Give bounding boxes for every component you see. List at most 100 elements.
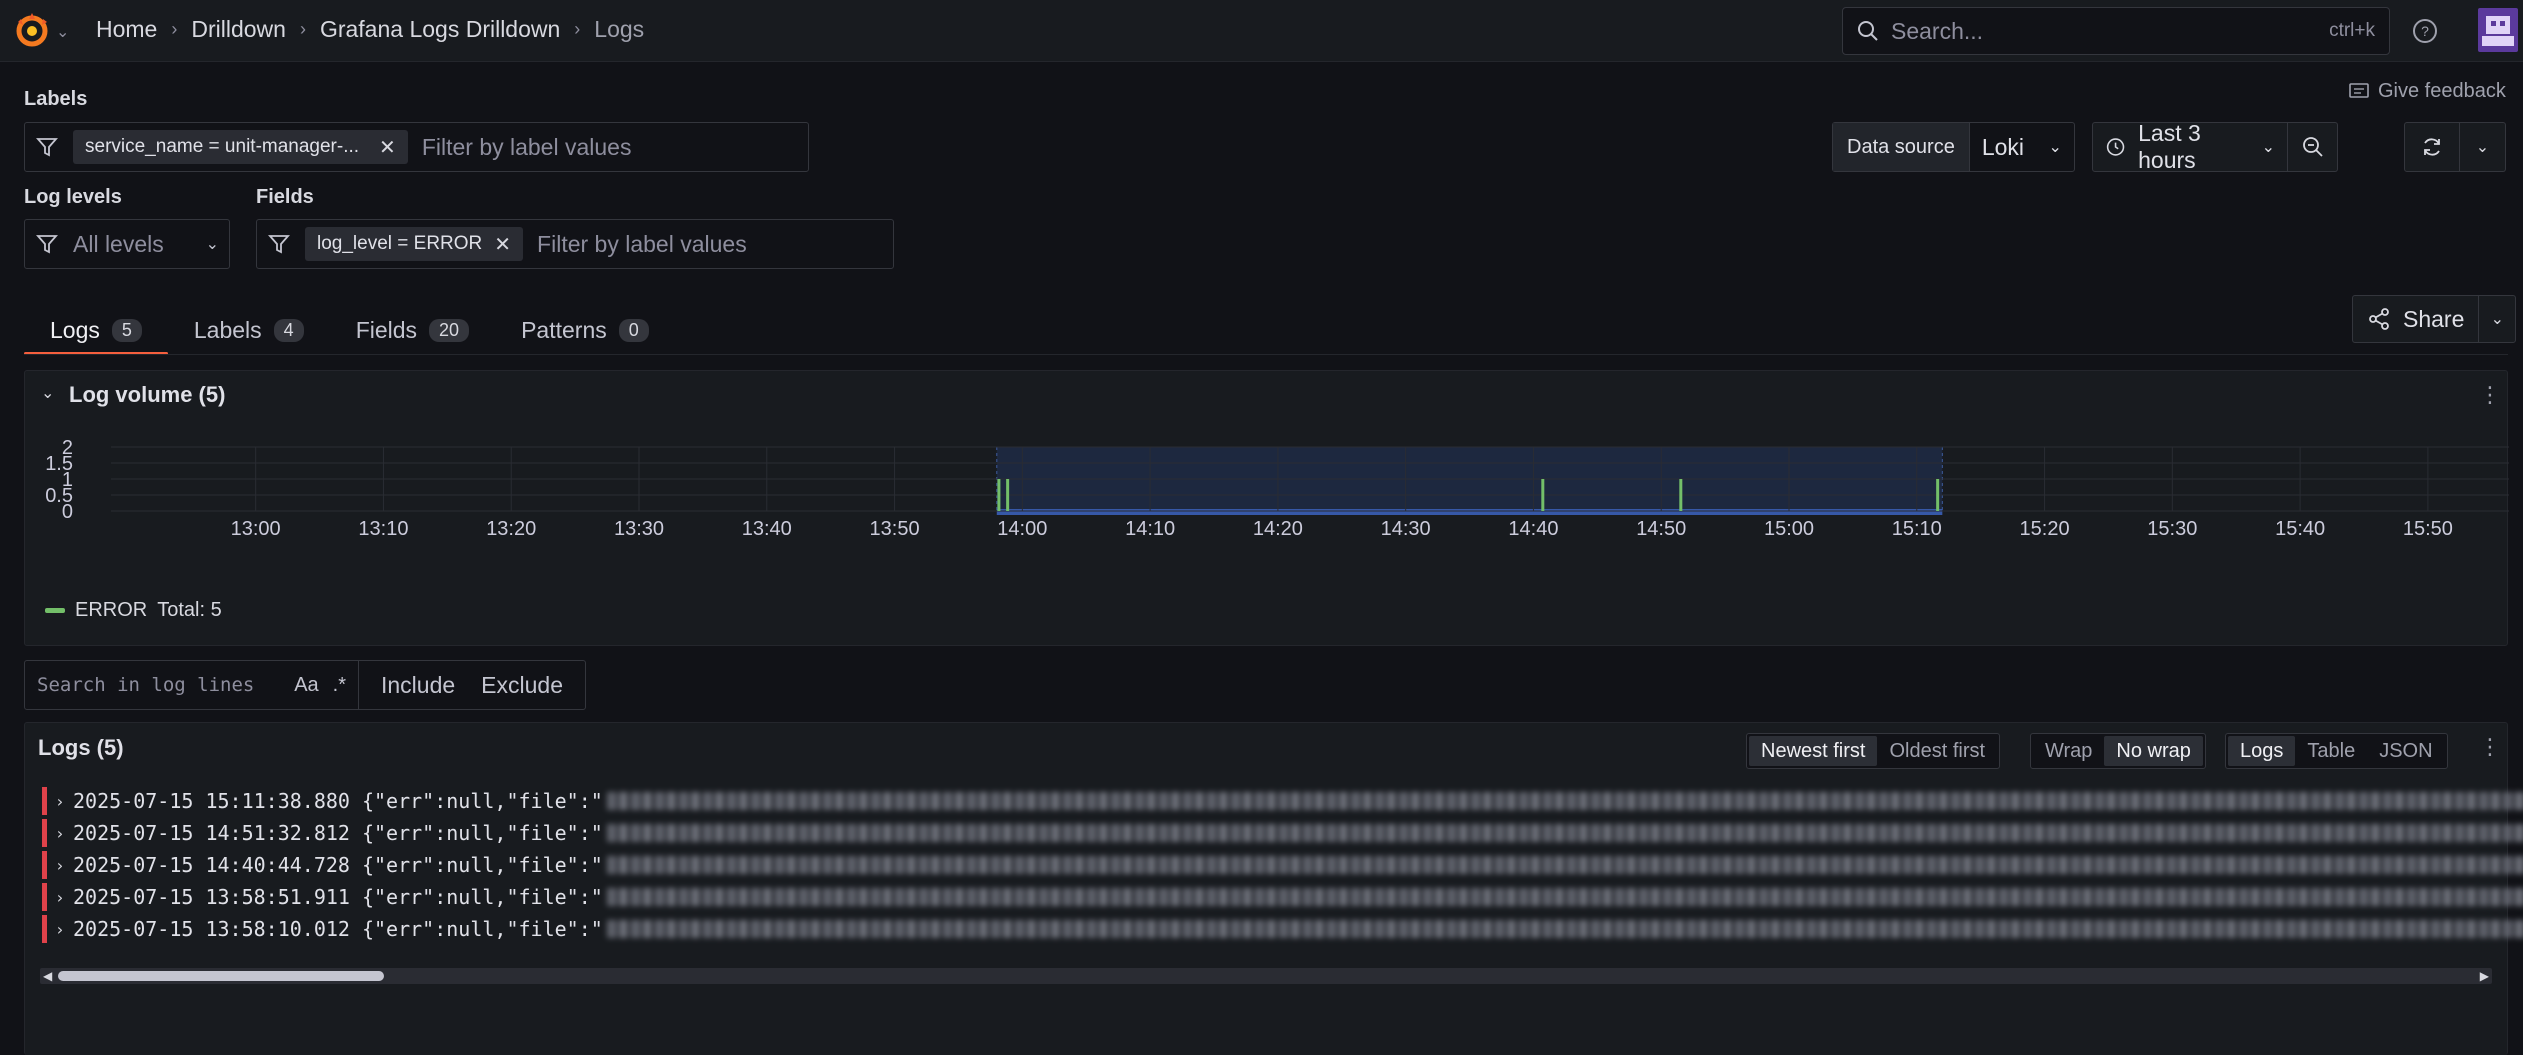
- tab-patterns[interactable]: Patterns 0: [495, 306, 675, 354]
- scrollbar-thumb[interactable]: [58, 971, 384, 981]
- log-timestamp: 2025-07-15 13:58:51.911: [73, 885, 350, 909]
- log-row[interactable]: › 2025-07-15 13:58:51.911 {"err":null,"f…: [42, 883, 2523, 911]
- datasource-value: Loki: [1981, 133, 2025, 160]
- sort-order-toggle: Newest first Oldest first: [1746, 733, 2001, 769]
- panel-menu-icon[interactable]: ⋮: [2479, 736, 2501, 758]
- labels-filter[interactable]: service_name = unit-manager-... ✕ Filter…: [24, 122, 809, 172]
- log-row[interactable]: › 2025-07-15 14:40:44.728 {"err":null,"f…: [42, 851, 2523, 879]
- horizontal-scrollbar[interactable]: ◀ ▶: [40, 968, 2492, 984]
- filter-icon: [268, 235, 290, 254]
- log-line-prefix: {"err":null,"file":": [361, 821, 603, 845]
- view-json-option[interactable]: JSON: [2367, 736, 2444, 766]
- log-volume-chart[interactable]: 21.510.5013:00 13:10 13:20 13:30 13:40 13:50 1…: [25, 431, 2509, 631]
- label-filter-chip[interactable]: service_name = unit-manager-... ✕: [73, 130, 408, 164]
- log-row[interactable]: › 2025-07-15 15:11:38.880 {"err":null,"f…: [42, 787, 2523, 815]
- field-filter-chip[interactable]: log_level = ERROR ✕: [305, 227, 524, 261]
- log-line-search-input[interactable]: Search in log lines Aa .*: [25, 661, 359, 709]
- close-icon[interactable]: ✕: [494, 232, 511, 257]
- refresh-icon: [2424, 138, 2440, 156]
- chevron-right-icon[interactable]: ›: [55, 856, 73, 875]
- chevron-right-icon[interactable]: ›: [55, 824, 73, 843]
- grafana-logo-icon[interactable]: [12, 10, 52, 50]
- chevron-right-icon[interactable]: ›: [55, 920, 73, 939]
- volume-bar: [1541, 479, 1545, 511]
- tab-labels[interactable]: Labels 4: [168, 306, 330, 354]
- time-range-picker[interactable]: Last 3 hours ⌄: [2092, 120, 2288, 173]
- close-icon[interactable]: ✕: [379, 135, 396, 160]
- tab-fields[interactable]: Fields 20: [330, 306, 495, 354]
- x-tick-label: 13:20: [486, 518, 536, 540]
- breadcrumb-logs-drilldown[interactable]: Grafana Logs Drilldown: [320, 16, 560, 43]
- give-feedback-label: Give feedback: [2378, 80, 2506, 102]
- volume-bar: [1679, 479, 1683, 511]
- log-level-indicator: [42, 915, 47, 943]
- search-input[interactable]: Search... ctrl+k: [1842, 7, 2390, 55]
- x-tick-label: 15:50: [2403, 518, 2453, 540]
- datasource-select[interactable]: Loki ⌄: [1970, 123, 2074, 171]
- clock-icon: [2106, 138, 2125, 156]
- view-logs-option[interactable]: Logs: [2228, 736, 2296, 766]
- tab-logs[interactable]: Logs 5: [24, 306, 168, 355]
- collapse-chevron-icon[interactable]: ⌄: [41, 383, 54, 403]
- x-tick-label: 15:40: [2275, 518, 2325, 540]
- field-filter-placeholder[interactable]: Filter by label values: [537, 231, 747, 258]
- chevron-down-icon[interactable]: ⌄: [56, 22, 69, 42]
- sort-oldest-first[interactable]: Oldest first: [1877, 736, 1997, 766]
- log-level-indicator: [42, 787, 47, 815]
- view-table-option[interactable]: Table: [2295, 736, 2367, 766]
- x-tick-label: 14:00: [997, 518, 1047, 540]
- panel-menu-icon[interactable]: ⋮: [2479, 384, 2501, 406]
- tab-logs-count: 5: [111, 318, 142, 342]
- filter-icon: [36, 138, 58, 157]
- tab-fields-count: 20: [429, 318, 470, 342]
- share-button[interactable]: Share: [2353, 296, 2480, 342]
- tab-logs-label: Logs: [50, 316, 100, 343]
- chevron-right-icon[interactable]: ›: [55, 888, 73, 907]
- scroll-left-icon[interactable]: ◀: [43, 969, 52, 983]
- volume-bar: [1006, 479, 1010, 511]
- log-levels-select[interactable]: All levels ⌄: [24, 219, 230, 269]
- wrap-option[interactable]: Wrap: [2033, 736, 2104, 766]
- refresh-button[interactable]: [2404, 122, 2460, 172]
- log-line-prefix: {"err":null,"file":": [361, 885, 603, 909]
- legend-total: Total: 5: [157, 599, 222, 621]
- chevron-down-icon: ⌄: [2048, 139, 2062, 156]
- avatar-icon: [2482, 16, 2514, 46]
- log-levels-title: Log levels: [24, 186, 122, 208]
- give-feedback-link[interactable]: Give feedback: [2348, 80, 2506, 103]
- log-row[interactable]: › 2025-07-15 13:58:10.012 {"err":null,"f…: [42, 915, 2523, 943]
- tab-labels-label: Labels: [193, 316, 262, 343]
- regex-toggle[interactable]: .*: [333, 674, 346, 697]
- log-line-prefix: {"err":null,"file":": [361, 789, 603, 813]
- scroll-right-icon[interactable]: ▶: [2480, 969, 2489, 983]
- fields-filter[interactable]: log_level = ERROR ✕ Filter by label valu…: [256, 219, 894, 269]
- avatar[interactable]: [2478, 8, 2518, 52]
- labels-title: Labels: [24, 88, 88, 110]
- case-sensitive-toggle[interactable]: Aa: [294, 674, 318, 697]
- svg-text:?: ?: [2421, 23, 2429, 39]
- share-dropdown[interactable]: ⌄: [2479, 296, 2515, 342]
- no-wrap-option[interactable]: No wrap: [2104, 736, 2203, 766]
- x-tick-label: 14:30: [1381, 518, 1431, 540]
- breadcrumb: Home › Drilldown › Grafana Logs Drilldow…: [96, 16, 644, 43]
- datasource-picker[interactable]: Data source Loki ⌄: [1832, 122, 2075, 172]
- refresh-interval-dropdown[interactable]: ⌄: [2460, 122, 2506, 172]
- help-icon[interactable]: ?: [2410, 16, 2440, 46]
- sort-newest-first[interactable]: Newest first: [1749, 736, 1878, 766]
- exclude-button[interactable]: Exclude: [477, 661, 585, 709]
- chevron-down-icon: ⌄: [2261, 139, 2275, 156]
- label-filter-placeholder[interactable]: Filter by label values: [422, 134, 632, 161]
- chart-legend[interactable]: ERROR Total: 5: [45, 599, 222, 622]
- breadcrumb-home[interactable]: Home: [96, 16, 157, 43]
- chevron-down-icon: ⌄: [2490, 311, 2505, 328]
- zoom-out-button[interactable]: [2288, 122, 2338, 172]
- time-range-value: Last 3 hours: [2138, 120, 2201, 173]
- legend-swatch: [45, 608, 65, 613]
- breadcrumb-drilldown[interactable]: Drilldown: [191, 16, 286, 43]
- log-timestamp: 2025-07-15 15:11:38.880: [73, 789, 350, 813]
- chevron-right-icon[interactable]: ›: [55, 792, 73, 811]
- log-row[interactable]: › 2025-07-15 14:51:32.812 {"err":null,"f…: [42, 819, 2523, 847]
- redacted-log-content: [606, 792, 2523, 810]
- x-tick-label: 15:10: [1892, 518, 1942, 540]
- include-button[interactable]: Include: [359, 661, 477, 709]
